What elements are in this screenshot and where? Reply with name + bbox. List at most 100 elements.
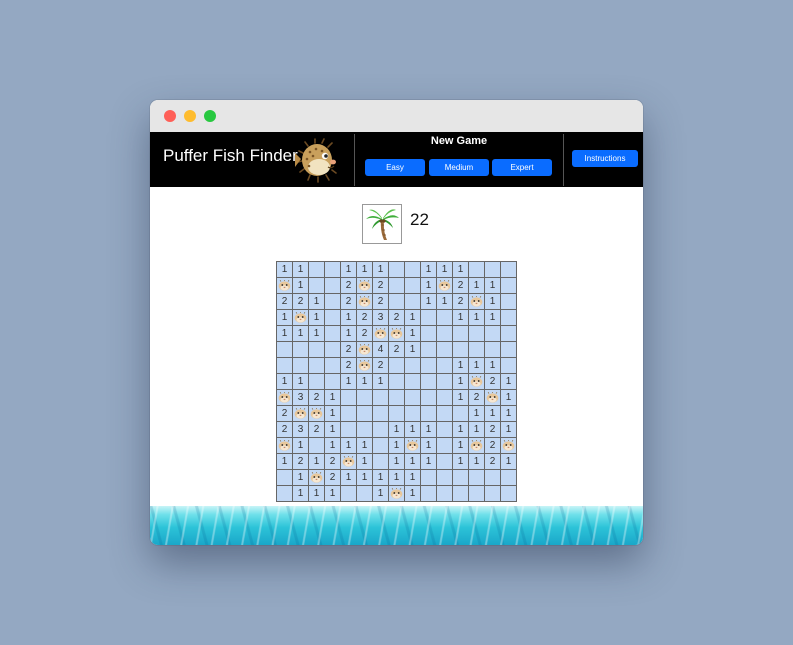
- board-cell[interactable]: 1: [325, 406, 341, 422]
- board-cell[interactable]: 2: [453, 294, 469, 310]
- board-cell[interactable]: [325, 310, 341, 326]
- board-cell[interactable]: 1: [389, 422, 405, 438]
- board-cell[interactable]: 1: [469, 278, 485, 294]
- board-cell[interactable]: 1: [309, 326, 325, 342]
- board-cell[interactable]: 1: [501, 422, 517, 438]
- board-cell[interactable]: [501, 342, 517, 358]
- board-cell[interactable]: [501, 278, 517, 294]
- board-cell[interactable]: 1: [469, 310, 485, 326]
- board-cell[interactable]: [453, 342, 469, 358]
- board-cell-fish[interactable]: [277, 390, 293, 406]
- board-cell[interactable]: [469, 262, 485, 278]
- board-cell[interactable]: [309, 342, 325, 358]
- board-cell[interactable]: 1: [437, 262, 453, 278]
- board-cell[interactable]: 2: [357, 326, 373, 342]
- board-cell[interactable]: 2: [389, 342, 405, 358]
- board-cell[interactable]: [357, 390, 373, 406]
- board-cell[interactable]: 1: [405, 422, 421, 438]
- easy-button[interactable]: Easy: [365, 159, 425, 176]
- board-cell[interactable]: [357, 486, 373, 502]
- board-cell[interactable]: 1: [421, 454, 437, 470]
- board-cell[interactable]: [501, 294, 517, 310]
- board-cell[interactable]: 1: [389, 470, 405, 486]
- board-cell[interactable]: 1: [325, 390, 341, 406]
- board-cell[interactable]: [309, 438, 325, 454]
- board-cell[interactable]: [373, 390, 389, 406]
- board-cell[interactable]: 1: [469, 406, 485, 422]
- board-cell-fish[interactable]: [309, 406, 325, 422]
- board-cell[interactable]: [485, 342, 501, 358]
- board-cell[interactable]: 1: [373, 470, 389, 486]
- board-cell[interactable]: [421, 342, 437, 358]
- zoom-window-button[interactable]: [204, 110, 216, 122]
- board-cell[interactable]: 1: [373, 374, 389, 390]
- board-cell[interactable]: [389, 278, 405, 294]
- board-cell[interactable]: [373, 454, 389, 470]
- board-cell[interactable]: 1: [277, 262, 293, 278]
- board-cell[interactable]: [421, 470, 437, 486]
- board-cell[interactable]: [437, 454, 453, 470]
- board-cell[interactable]: 1: [293, 470, 309, 486]
- board-cell[interactable]: [437, 390, 453, 406]
- board-cell[interactable]: [309, 278, 325, 294]
- board-cell[interactable]: 2: [309, 422, 325, 438]
- board-cell[interactable]: 1: [293, 278, 309, 294]
- board-cell[interactable]: 1: [341, 262, 357, 278]
- board-cell[interactable]: 1: [453, 454, 469, 470]
- board-cell[interactable]: 2: [293, 294, 309, 310]
- board-cell[interactable]: [501, 310, 517, 326]
- board-cell[interactable]: 2: [373, 278, 389, 294]
- board-cell[interactable]: 1: [501, 374, 517, 390]
- board-cell[interactable]: 1: [485, 278, 501, 294]
- board-cell[interactable]: 1: [485, 294, 501, 310]
- board-cell[interactable]: [437, 438, 453, 454]
- board-cell-fish[interactable]: [277, 278, 293, 294]
- board-cell[interactable]: 1: [485, 358, 501, 374]
- board-cell[interactable]: [405, 262, 421, 278]
- board-cell[interactable]: [325, 358, 341, 374]
- board-cell[interactable]: 1: [501, 406, 517, 422]
- board-cell[interactable]: [309, 358, 325, 374]
- board-cell[interactable]: 1: [293, 374, 309, 390]
- board-cell[interactable]: 1: [453, 438, 469, 454]
- board-cell[interactable]: 1: [325, 486, 341, 502]
- board-cell[interactable]: [469, 326, 485, 342]
- board-cell[interactable]: 4: [373, 342, 389, 358]
- board-cell[interactable]: 1: [469, 422, 485, 438]
- board-cell[interactable]: 1: [277, 374, 293, 390]
- board-cell[interactable]: 1: [405, 342, 421, 358]
- board-cell[interactable]: [421, 326, 437, 342]
- board-cell[interactable]: 1: [325, 438, 341, 454]
- board-cell[interactable]: 1: [277, 326, 293, 342]
- board-cell[interactable]: 1: [293, 438, 309, 454]
- board-cell[interactable]: 2: [341, 278, 357, 294]
- board-cell[interactable]: [341, 422, 357, 438]
- board-cell[interactable]: 1: [421, 278, 437, 294]
- board-cell[interactable]: [357, 406, 373, 422]
- board-cell[interactable]: [437, 406, 453, 422]
- board-cell[interactable]: [277, 358, 293, 374]
- board-cell-fish[interactable]: [373, 326, 389, 342]
- board-cell[interactable]: 1: [293, 262, 309, 278]
- board-cell[interactable]: [485, 470, 501, 486]
- instructions-button[interactable]: Instructions: [572, 150, 638, 167]
- board-cell[interactable]: 1: [277, 310, 293, 326]
- minimize-window-button[interactable]: [184, 110, 196, 122]
- board-cell[interactable]: [485, 262, 501, 278]
- board-cell[interactable]: [277, 470, 293, 486]
- board-cell[interactable]: [325, 262, 341, 278]
- board-cell[interactable]: 2: [309, 390, 325, 406]
- board-cell[interactable]: [501, 486, 517, 502]
- board-cell[interactable]: 1: [421, 294, 437, 310]
- board-cell[interactable]: 1: [373, 262, 389, 278]
- board-cell[interactable]: 1: [389, 438, 405, 454]
- board-cell[interactable]: [277, 486, 293, 502]
- board-cell[interactable]: [405, 358, 421, 374]
- board-cell[interactable]: [421, 406, 437, 422]
- board-cell[interactable]: 2: [341, 342, 357, 358]
- board-cell[interactable]: [357, 422, 373, 438]
- board-cell[interactable]: [453, 486, 469, 502]
- board-cell[interactable]: [373, 406, 389, 422]
- board-cell[interactable]: 1: [405, 326, 421, 342]
- board-cell[interactable]: 2: [485, 422, 501, 438]
